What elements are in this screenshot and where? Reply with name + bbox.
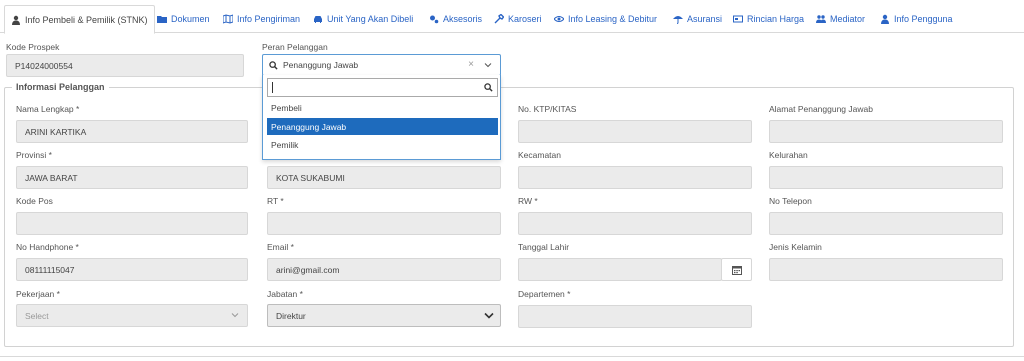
umbrella-icon — [673, 14, 683, 24]
departemen-label: Departemen * — [518, 289, 571, 299]
email-field[interactable]: arini@gmail.com — [267, 258, 501, 281]
rt-field[interactable] — [267, 212, 501, 235]
kodepos-field[interactable] — [16, 212, 248, 235]
tgl-lahir-field[interactable] — [518, 258, 722, 281]
chevron-down-icon — [484, 311, 494, 322]
tab-mediator[interactable]: Mediator — [814, 5, 867, 33]
tab-label: Karoseri — [508, 14, 542, 24]
search-icon — [269, 60, 278, 70]
tab-asuransi[interactable]: Asuransi — [671, 5, 724, 33]
tab-label: Info Leasing & Debitur — [568, 14, 658, 24]
tab-label: Info Pengiriman — [237, 14, 301, 24]
peran-pelanggan-value: Penanggung Jawab — [283, 60, 359, 70]
ktp-label: No. KTP/KITAS — [518, 104, 577, 114]
tab-dokumen[interactable]: Dokumen — [155, 5, 212, 33]
kode-prospek-label: Kode Prospek — [6, 42, 60, 52]
pekerjaan-value: Select — [25, 310, 49, 321]
tab-info-pengguna[interactable]: Info Pengguna — [878, 5, 955, 33]
tab-label: Aksesoris — [443, 14, 483, 24]
car-icon — [313, 14, 323, 24]
users-icon — [816, 14, 826, 24]
search-icon — [484, 83, 493, 94]
email-label: Email * — [267, 242, 294, 252]
tab-leasing[interactable]: Info Leasing & Debitur — [552, 5, 659, 33]
gears-icon — [429, 14, 439, 24]
pekerjaan-label: Pekerjaan * — [16, 289, 60, 299]
provinsi-label: Provinsi * — [16, 150, 52, 160]
tab-label: Rincian Harga — [747, 14, 805, 24]
alamat-label: Alamat Penanggung Jawab — [769, 104, 873, 114]
option-pemilik[interactable]: Pemilik — [267, 136, 498, 153]
card-icon — [733, 14, 743, 24]
tab-karoseri[interactable]: Karoseri — [492, 5, 544, 33]
tab-rincian-harga[interactable]: Rincian Harga — [731, 5, 806, 33]
tab-label: Info Pengguna — [894, 14, 953, 24]
map-icon — [223, 14, 233, 24]
peran-pelanggan-dropdown: Pembeli Penanggung Jawab Pemilik — [262, 75, 501, 160]
peran-pelanggan-label: Peran Pelanggan — [262, 42, 328, 52]
option-penanggung-jawab[interactable]: Penanggung Jawab — [267, 118, 498, 135]
pekerjaan-select[interactable]: Select — [16, 304, 248, 327]
chevron-down-icon[interactable] — [484, 61, 492, 71]
nama-label: Nama Lengkap * — [16, 104, 80, 114]
kecamatan-field[interactable] — [518, 166, 752, 189]
tab-label: Mediator — [830, 14, 866, 24]
kelurahan-label: Kelurahan — [769, 150, 808, 160]
folder-icon — [157, 14, 167, 24]
user-icon — [880, 14, 890, 24]
clear-icon[interactable]: × — [468, 59, 474, 70]
handphone-field[interactable]: 08111115047 — [16, 258, 248, 281]
rt-label: RT * — [267, 196, 284, 206]
wrench-icon — [494, 14, 504, 24]
jenis-kelamin-field[interactable] — [769, 258, 1003, 281]
tab-label: Dokumen — [171, 14, 210, 24]
telepon-label: No Telepon — [769, 196, 812, 206]
ktp-field[interactable] — [518, 120, 752, 143]
tab-info-pengiriman[interactable]: Info Pengiriman — [221, 5, 302, 33]
jabatan-label: Jabatan * — [267, 289, 303, 299]
section-title: Informasi Pelanggan — [12, 82, 109, 92]
calendar-icon — [731, 265, 742, 275]
calendar-button[interactable] — [721, 258, 752, 281]
nama-field[interactable]: ARINI KARTIKA — [16, 120, 248, 143]
provinsi-field[interactable]: JAWA BARAT — [16, 166, 248, 189]
bottom-divider — [0, 356, 1024, 357]
tab-label: Unit Yang Akan Dibeli — [327, 14, 414, 24]
chevron-down-icon — [231, 311, 239, 321]
dropdown-search-input[interactable] — [267, 78, 498, 97]
kota-field[interactable]: KOTA SUKABUMI — [267, 166, 501, 189]
rw-field[interactable] — [518, 212, 752, 235]
rw-label: RW * — [518, 196, 538, 206]
peran-pelanggan-select[interactable]: Penanggung Jawab × — [262, 54, 501, 76]
tab-label: Info Pembeli & Pemilik (STNK) — [25, 14, 148, 25]
kelurahan-field[interactable] — [769, 166, 1003, 189]
kodepos-label: Kode Pos — [16, 196, 53, 206]
tab-label: Asuransi — [687, 14, 723, 24]
tab-bar: Info Pembeli & Pemilik (STNK) Dokumen In… — [0, 0, 1024, 34]
option-pembeli[interactable]: Pembeli — [267, 99, 498, 116]
telepon-field[interactable] — [769, 212, 1003, 235]
alamat-field[interactable] — [769, 120, 1003, 143]
user-icon — [11, 15, 21, 25]
eye-icon — [554, 14, 564, 24]
handphone-label: No Handphone * — [16, 242, 79, 252]
text-cursor — [272, 82, 273, 93]
jenis-kelamin-label: Jenis Kelamin — [769, 242, 822, 252]
tab-unit[interactable]: Unit Yang Akan Dibeli — [311, 5, 415, 33]
tgl-lahir-label: Tanggal Lahir — [518, 242, 570, 252]
jabatan-value: Direktur — [276, 310, 306, 321]
kecamatan-label: Kecamatan — [518, 150, 561, 160]
jabatan-select[interactable]: Direktur — [267, 304, 501, 327]
tab-info-pembeli[interactable]: Info Pembeli & Pemilik (STNK) — [4, 5, 155, 34]
tab-aksesoris[interactable]: Aksesoris — [427, 5, 484, 33]
kode-prospek-field[interactable]: P14024000554 — [6, 54, 244, 77]
departemen-field[interactable] — [518, 305, 752, 328]
